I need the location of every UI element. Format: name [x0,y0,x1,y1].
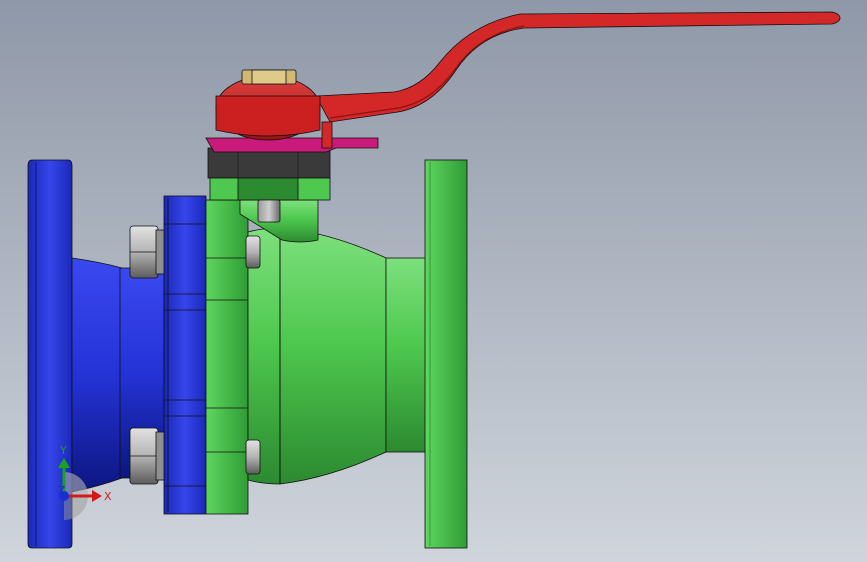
z-axis-label: Z [58,484,66,497]
body-bolt-upper[interactable] [245,235,261,269]
y-axis-label: Y [59,444,67,457]
ball-valve-assembly[interactable]: Y X Z [0,0,867,562]
body-bolt-lower[interactable] [245,439,261,475]
x-axis-label: X [104,490,112,503]
clamp-flange[interactable] [163,195,207,515]
stem-nut[interactable] [241,69,297,85]
bolt-lower-left[interactable] [129,427,165,485]
right-flange[interactable] [424,159,468,549]
model-viewport[interactable]: Y X Z [0,0,867,562]
bolt-upper-left[interactable] [129,225,165,279]
